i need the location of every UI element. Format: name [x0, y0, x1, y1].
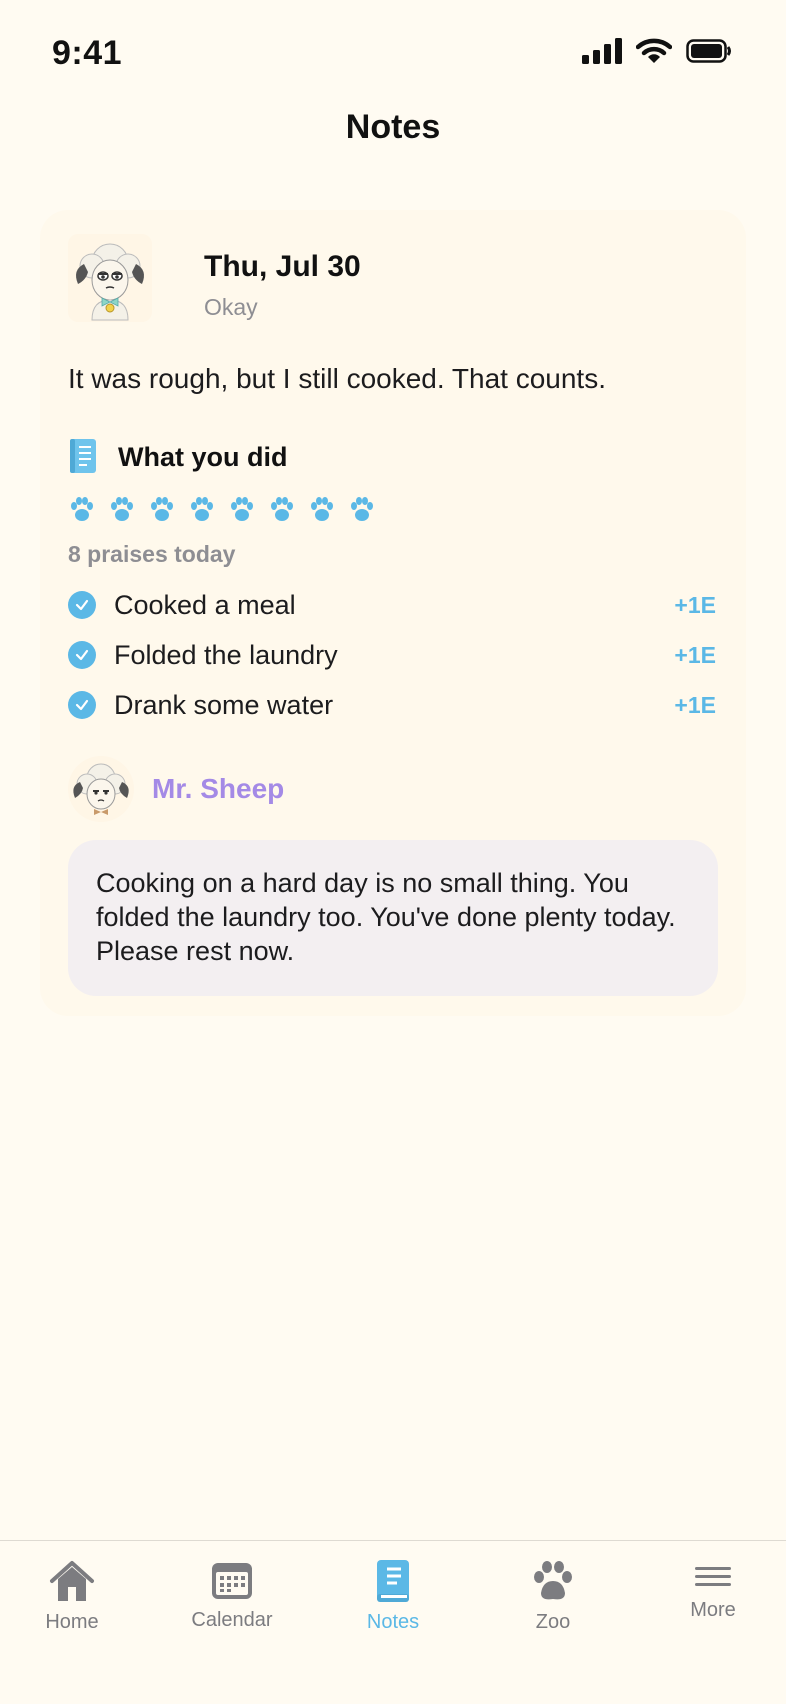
- checkmark-icon: [68, 641, 96, 669]
- tab-label: Notes: [366, 1611, 420, 1633]
- paw-icon: [111, 497, 133, 521]
- status-time: 9:41: [52, 34, 123, 72]
- tab-more[interactable]: More: [653, 1559, 773, 1622]
- tab-label: Home: [45, 1611, 99, 1633]
- task-points: +1E: [674, 591, 716, 618]
- entry-mood: Okay: [204, 294, 258, 320]
- entry-text: It was rough, but I still cooked. That c…: [68, 363, 606, 394]
- status-icons: [582, 38, 732, 64]
- entry-header: Thu, Jul 30 Okay: [68, 234, 718, 324]
- tab-label: Zoo: [535, 1611, 571, 1633]
- battery-icon: [686, 39, 731, 63]
- tab-label: Calendar: [191, 1609, 273, 1631]
- paw-icon: [191, 497, 213, 521]
- task-list: Cooked a meal +1E Folded the laundry +1E…: [68, 580, 718, 730]
- paw-icon: [151, 497, 173, 521]
- book-icon: [377, 1560, 409, 1602]
- tab-notes[interactable]: Notes: [333, 1559, 453, 1634]
- entry-date: Thu, Jul 30: [204, 250, 361, 283]
- checkmark-icon: [68, 591, 96, 619]
- checkmark-icon: [68, 691, 96, 719]
- reply-message: Cooking on a hard day is no small thing.…: [68, 840, 718, 996]
- tab-zoo[interactable]: Zoo: [493, 1559, 613, 1634]
- paw-icon: [311, 497, 333, 521]
- task-label: Drank some water: [114, 689, 334, 720]
- task-row: Folded the laundry +1E: [68, 630, 718, 680]
- paw-row: [68, 496, 376, 524]
- what-you-did-header: What you did: [68, 438, 287, 476]
- cellular-signal-icon: [582, 38, 622, 64]
- notebook-icon: [70, 439, 96, 473]
- tab-label: More: [690, 1599, 736, 1621]
- task-row: Cooked a meal +1E: [68, 580, 718, 630]
- task-points: +1E: [674, 641, 716, 668]
- mr-sheep-avatar: [68, 756, 134, 822]
- reply-author-name: Mr. Sheep: [152, 773, 285, 804]
- paw-icon: [231, 497, 253, 521]
- section-title: What you did: [118, 441, 288, 472]
- wifi-icon: [636, 38, 672, 63]
- page-title: Notes: [345, 108, 441, 146]
- tab-home[interactable]: Home: [12, 1559, 132, 1634]
- tab-bar: Home Calendar Notes Zoo More: [0, 1540, 786, 1704]
- tab-calendar[interactable]: Calendar: [172, 1559, 292, 1632]
- reply-author: Mr. Sheep: [68, 756, 284, 822]
- paw-icon: [534, 1561, 572, 1600]
- praises-count: 8 praises today: [68, 541, 236, 567]
- task-row: Drank some water +1E: [68, 680, 718, 730]
- task-label: Cooked a meal: [114, 589, 296, 620]
- paw-icon: [351, 497, 373, 521]
- home-icon: [50, 1561, 94, 1601]
- calendar-icon: [212, 1563, 252, 1599]
- status-bar: 9:41: [0, 0, 786, 100]
- sheep-avatar: [68, 234, 152, 322]
- menu-icon: [695, 1567, 731, 1586]
- note-card: Thu, Jul 30 Okay It was rough, but I sti…: [40, 210, 746, 1016]
- task-points: +1E: [674, 691, 716, 718]
- paw-icon: [71, 497, 93, 521]
- paw-icon: [271, 497, 293, 521]
- task-label: Folded the laundry: [114, 639, 338, 670]
